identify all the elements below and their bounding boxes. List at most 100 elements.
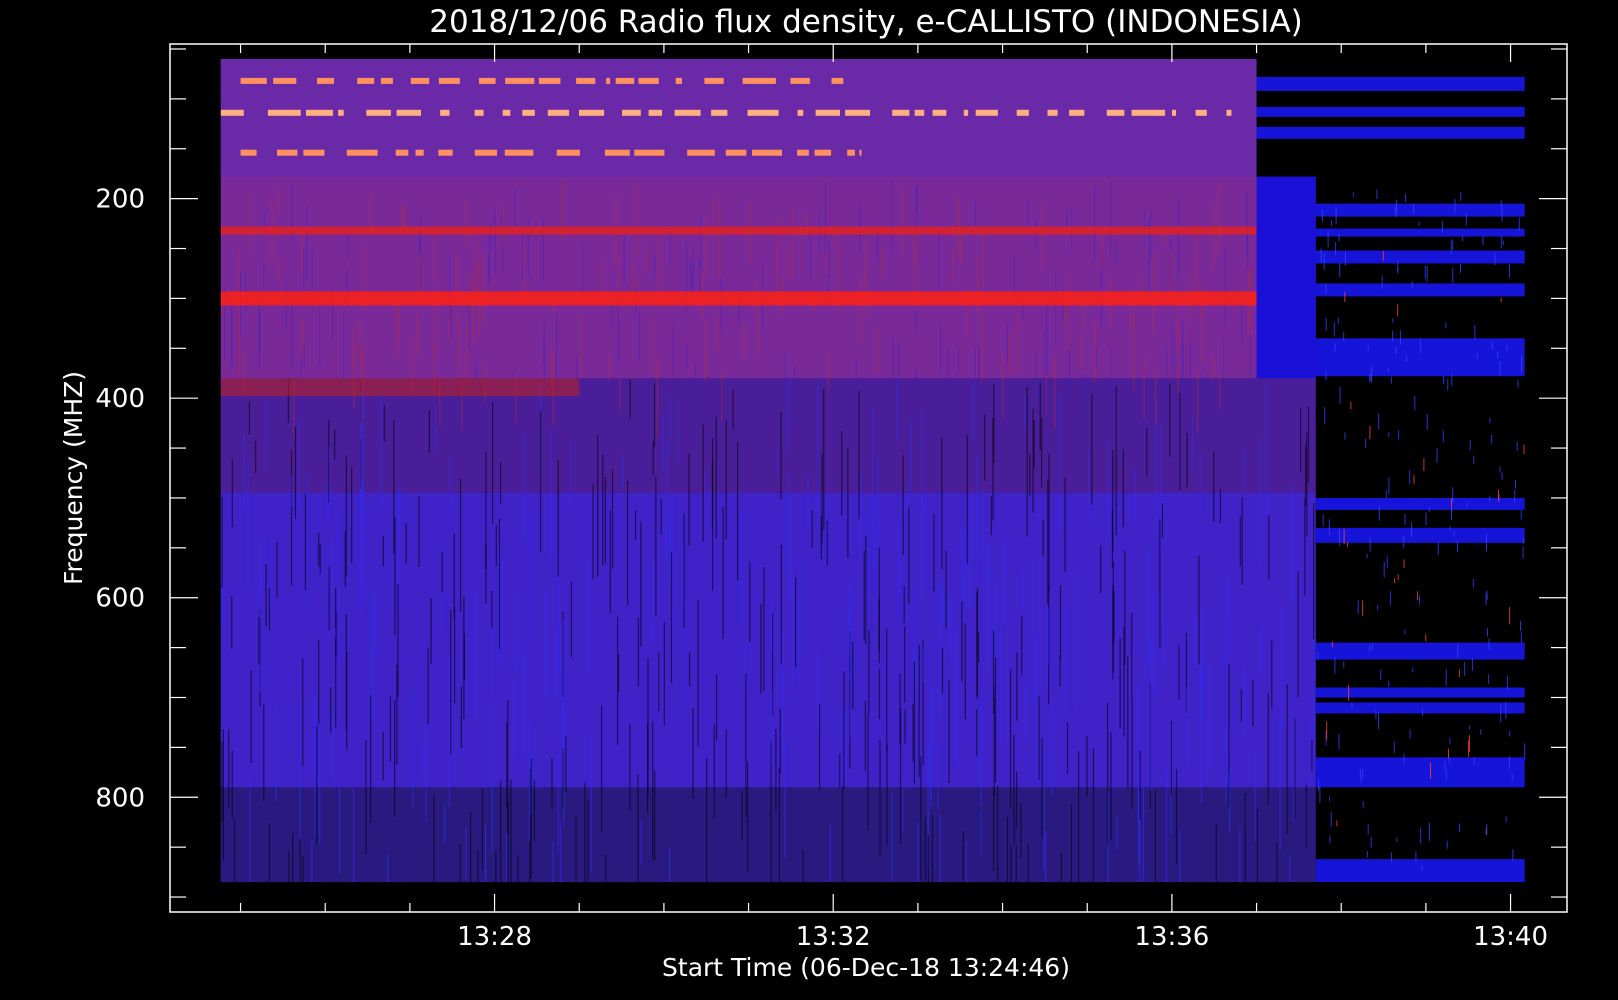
noise-streak <box>1474 324 1476 340</box>
noise-streak <box>878 598 880 651</box>
noise-streak <box>1437 541 1439 555</box>
noise-streak <box>492 402 494 524</box>
noise-streak <box>459 843 461 883</box>
noise-streak <box>428 410 430 453</box>
dashed-band-segment <box>438 149 453 156</box>
noise-streak <box>1059 585 1062 660</box>
noise-streak <box>1070 804 1072 882</box>
noise-streak <box>962 831 964 883</box>
noise-streak <box>1078 751 1080 883</box>
noise-streak <box>394 700 396 818</box>
noise-streak <box>1212 205 1214 271</box>
noise-streak <box>1378 505 1380 521</box>
noise-streak <box>653 317 655 376</box>
noise-streak <box>1330 812 1332 827</box>
noise-streak <box>741 509 743 627</box>
dashed-band-segment <box>579 109 605 116</box>
noise-streak <box>872 406 874 542</box>
noise-streak <box>359 321 361 360</box>
noise-streak <box>668 397 670 454</box>
noise-streak <box>1254 751 1256 842</box>
x-tick-label: 13:28 <box>457 922 532 952</box>
noise-streak <box>1206 373 1208 397</box>
noise-streak <box>1320 248 1322 263</box>
noise-streak <box>1046 299 1048 376</box>
noise-streak <box>276 542 278 598</box>
noise-streak <box>1209 662 1211 770</box>
noise-streak <box>1297 571 1299 698</box>
noise-streak <box>841 430 843 516</box>
noise-streak <box>277 190 279 214</box>
dashed-band-segment <box>474 109 484 116</box>
noise-streak <box>1191 417 1193 471</box>
noise-streak <box>238 319 240 377</box>
noise-streak <box>942 581 944 623</box>
noise-streak <box>523 242 525 269</box>
noise-streak <box>1464 662 1466 676</box>
noise-streak <box>1059 655 1061 687</box>
noise-streak <box>637 773 639 883</box>
noise-streak <box>640 521 642 647</box>
dashed-band-segment <box>674 109 701 116</box>
noise-streak <box>1335 206 1337 225</box>
noise-streak <box>1325 371 1327 381</box>
noise-streak <box>1392 330 1394 342</box>
noise-streak <box>1359 768 1361 783</box>
noise-streak <box>1489 417 1491 424</box>
noise-streak <box>466 319 468 385</box>
noise-streak <box>1328 519 1330 535</box>
noise-streak <box>794 363 796 431</box>
noise-streak <box>418 496 420 567</box>
noise-streak <box>878 668 881 719</box>
noise-streak <box>570 581 572 658</box>
noise-streak <box>1041 737 1043 838</box>
dashed-band-segment <box>277 149 298 156</box>
noise-streak <box>1249 334 1251 412</box>
noise-streak <box>1491 341 1493 350</box>
noise-streak <box>1045 830 1047 883</box>
x-tick-label: 13:32 <box>796 922 871 952</box>
noise-streak <box>604 477 606 565</box>
noise-streak <box>1060 853 1062 883</box>
noise-streak <box>859 279 861 343</box>
noise-streak <box>760 603 762 694</box>
noise-streak <box>1485 593 1487 605</box>
noise-streak <box>319 309 321 366</box>
noise-streak <box>920 756 922 881</box>
noise-streak <box>510 779 512 882</box>
noise-streak <box>1002 356 1004 418</box>
noise-streak <box>1352 192 1354 198</box>
noise-streak <box>1039 382 1041 451</box>
noise-streak <box>1013 255 1016 294</box>
noise-streak <box>908 506 910 604</box>
noise-streak <box>365 740 367 855</box>
heatmap-band <box>1256 106 1525 117</box>
noise-streak <box>970 488 972 562</box>
noise-streak <box>1394 578 1396 583</box>
noise-streak <box>828 239 830 279</box>
noise-streak <box>1276 843 1278 883</box>
noise-streak <box>1497 350 1499 359</box>
noise-streak <box>1027 198 1029 225</box>
noise-streak <box>249 778 251 882</box>
noise-streak <box>1333 322 1335 337</box>
noise-streak <box>1026 387 1028 537</box>
noise-streak <box>455 253 457 328</box>
heatmap-band <box>1256 126 1525 139</box>
noise-streak <box>721 372 723 422</box>
dashed-band-segment <box>415 149 424 156</box>
noise-streak <box>1362 769 1364 780</box>
noise-streak <box>1319 786 1321 803</box>
noise-streak <box>940 321 942 375</box>
noise-streak <box>1313 692 1315 741</box>
noise-streak <box>258 617 260 665</box>
noise-streak <box>1032 558 1034 700</box>
noise-streak <box>852 642 854 709</box>
noise-streak <box>1261 626 1263 677</box>
noise-streak <box>917 821 919 883</box>
noise-streak <box>784 350 786 397</box>
noise-streak <box>382 536 384 567</box>
noise-streak <box>706 758 708 883</box>
noise-streak <box>1075 567 1077 709</box>
noise-streak <box>1160 424 1162 550</box>
